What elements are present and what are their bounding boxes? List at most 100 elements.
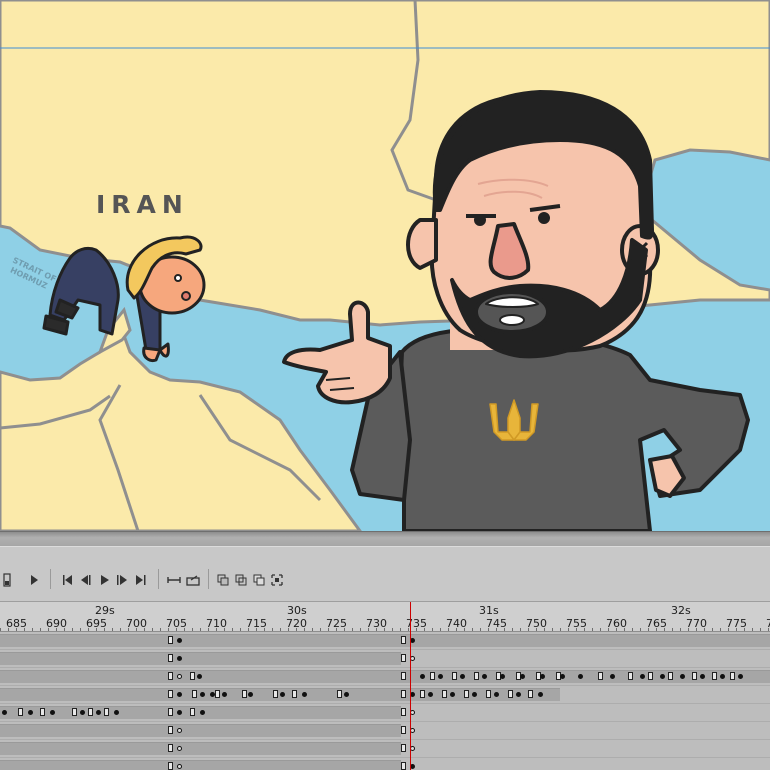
keyframe-marker[interactable] [730,672,735,680]
keyframe-marker[interactable] [40,708,45,716]
timeline-track[interactable] [0,668,770,686]
edit-multiple-icon[interactable] [251,571,267,589]
keyframe-marker[interactable] [474,672,479,680]
keyframe-marker[interactable] [442,690,447,698]
keyframe-dot[interactable] [680,674,685,679]
keyframe-dot[interactable] [500,674,505,679]
onion-skin-icon[interactable] [215,571,231,589]
empty-keyframe-dot[interactable] [177,764,182,769]
keyframe-dot[interactable] [50,710,55,715]
keyframe-marker[interactable] [168,654,173,662]
keyframe-marker[interactable] [168,690,173,698]
playhead[interactable] [410,602,411,770]
keyframe-marker[interactable] [452,672,457,680]
animation-stage[interactable]: IRAN STRAIT OF HORMUZ [0,0,770,531]
keyframe-marker[interactable] [168,636,173,644]
keyframe-dot[interactable] [200,692,205,697]
keyframe-marker[interactable] [401,654,406,662]
tween-span[interactable] [0,742,168,755]
keyframe-dot[interactable] [96,710,101,715]
keyframe-dot[interactable] [660,674,665,679]
keyframe-dot[interactable] [428,692,433,697]
keyframe-marker[interactable] [508,690,513,698]
keyframe-marker[interactable] [242,690,247,698]
tween-span[interactable] [0,634,168,647]
go-start-icon[interactable] [60,571,76,589]
frame-icon[interactable] [0,571,16,589]
keyframe-marker[interactable] [337,690,342,698]
keyframe-marker[interactable] [190,672,195,680]
keyframe-dot[interactable] [177,656,182,661]
keyframe-marker[interactable] [598,672,603,680]
keyframe-marker[interactable] [273,690,278,698]
keyframe-dot[interactable] [177,692,182,697]
keyframe-marker[interactable] [401,708,406,716]
timeline-track[interactable] [0,650,770,668]
tween-span[interactable] [168,652,401,665]
keyframe-dot[interactable] [610,674,615,679]
keyframe-dot[interactable] [197,674,202,679]
empty-keyframe-dot[interactable] [177,728,182,733]
keyframe-dot[interactable] [560,674,565,679]
keyframe-dot[interactable] [2,710,7,715]
keyframe-dot[interactable] [28,710,33,715]
keyframe-dot[interactable] [302,692,307,697]
tween-span[interactable] [0,688,168,701]
keyframe-dot[interactable] [538,692,543,697]
keyframe-marker[interactable] [401,762,406,770]
onion-outline-icon[interactable] [233,571,249,589]
tween-span[interactable] [401,634,770,647]
keyframe-dot[interactable] [420,674,425,679]
keyframe-dot[interactable] [177,638,182,643]
empty-keyframe-dot[interactable] [177,746,182,751]
keyframe-marker[interactable] [668,672,673,680]
keyframe-marker[interactable] [430,672,435,680]
tween-span[interactable] [168,670,401,683]
timeline-track[interactable] [0,758,770,770]
step-back-icon[interactable] [78,571,94,589]
keyframe-dot[interactable] [472,692,477,697]
keyframe-dot[interactable] [578,674,583,679]
keyframe-dot[interactable] [450,692,455,697]
keyframe-dot[interactable] [640,674,645,679]
keyframe-dot[interactable] [460,674,465,679]
keyframe-marker[interactable] [192,690,197,698]
tween-span[interactable] [168,634,401,647]
keyframe-dot[interactable] [177,710,182,715]
keyframe-marker[interactable] [401,672,406,680]
keyframe-marker[interactable] [401,744,406,752]
timeline-track[interactable] [0,632,770,650]
keyframe-marker[interactable] [292,690,297,698]
loop-icon[interactable] [166,571,182,589]
onion-markers-icon[interactable] [269,571,285,589]
export-icon[interactable] [185,571,201,589]
keyframe-marker[interactable] [692,672,697,680]
keyframe-marker[interactable] [628,672,633,680]
keyframe-marker[interactable] [168,708,173,716]
keyframe-dot[interactable] [210,692,215,697]
tween-span[interactable] [168,742,401,755]
keyframe-dot[interactable] [200,710,205,715]
timeline-track[interactable] [0,704,770,722]
empty-keyframe-dot[interactable] [177,674,182,679]
keyframe-marker[interactable] [401,690,406,698]
keyframe-marker[interactable] [88,708,93,716]
keyframe-marker[interactable] [190,708,195,716]
timeline-track[interactable] [0,722,770,740]
time-ruler[interactable]: 29s 30s 31s 32s 685 690 695 700 705 710 715 720… [0,602,770,632]
keyframe-marker[interactable] [18,708,23,716]
keyframe-dot[interactable] [482,674,487,679]
keyframe-marker[interactable] [401,726,406,734]
play-forward-icon[interactable] [97,571,113,589]
panel-splitter[interactable] [0,531,770,546]
keyframe-dot[interactable] [248,692,253,697]
keyframe-dot[interactable] [540,674,545,679]
keyframe-marker[interactable] [104,708,109,716]
step-forward-icon[interactable] [114,571,130,589]
keyframe-marker[interactable] [464,690,469,698]
keyframe-marker[interactable] [528,690,533,698]
keyframe-marker[interactable] [648,672,653,680]
keyframe-dot[interactable] [720,674,725,679]
keyframe-marker[interactable] [712,672,717,680]
keyframe-marker[interactable] [168,744,173,752]
